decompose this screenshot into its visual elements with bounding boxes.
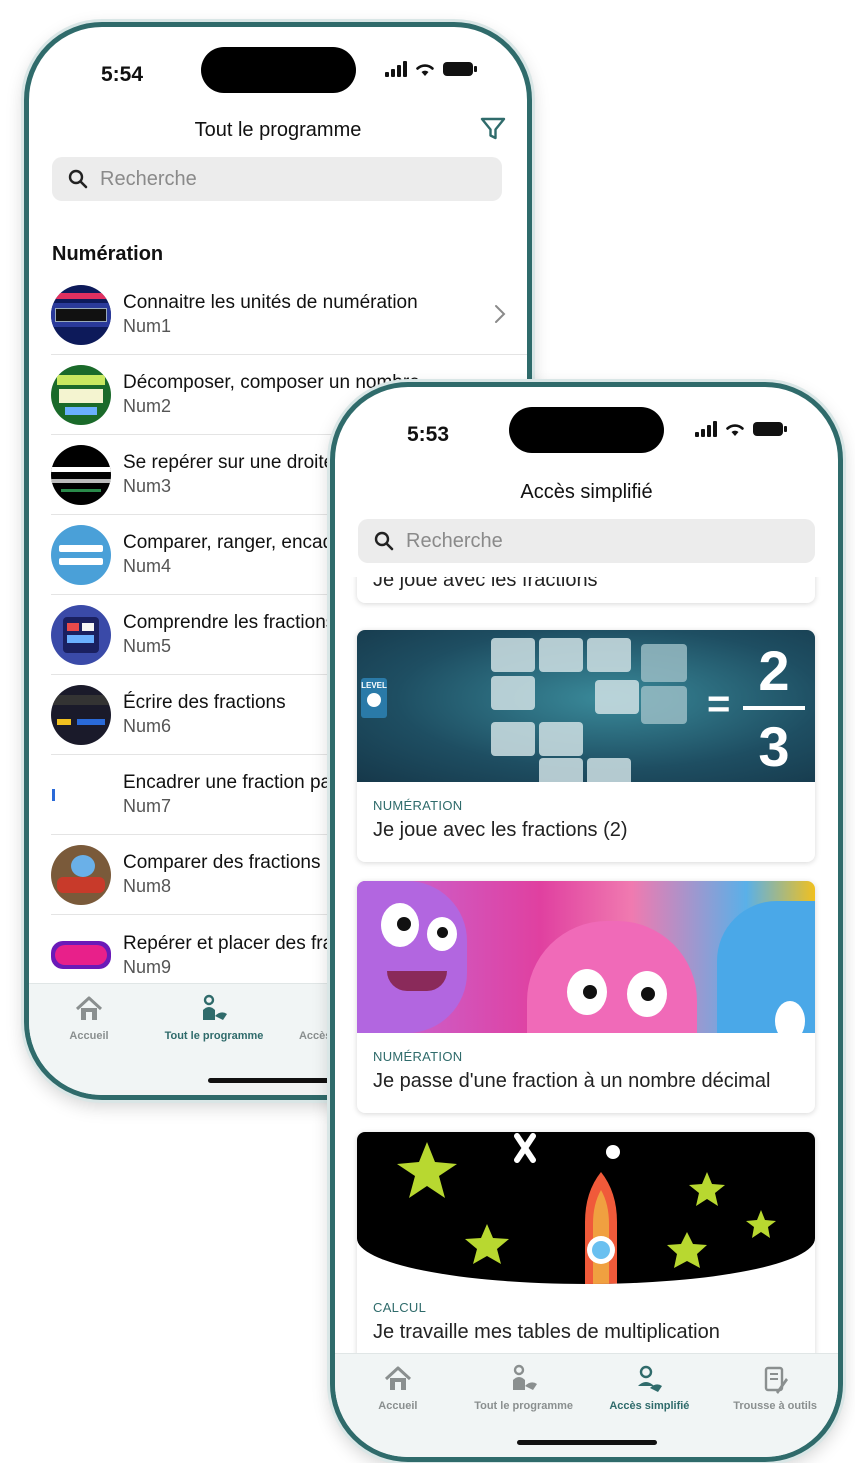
lesson-thumbnail [51,284,111,345]
tab-label: Trousse à outils [733,1400,817,1412]
simplified-access-icon [638,1365,663,1392]
lesson-code: Num4 [123,556,172,576]
lesson-card[interactable]: NUMÉRATION Je passe d'une fraction à un … [357,881,815,1113]
card-image [357,1132,815,1284]
lesson-thumbnail [51,444,111,505]
lesson-thumbnail [51,844,111,905]
card-title: Je joue avec les fractions [373,577,598,591]
battery-icon [753,422,787,436]
level-badge: LEVEL [361,678,387,718]
lesson-thumbnail [51,684,111,745]
lesson-title: Comparer des fractions [123,852,321,873]
search-bar[interactable] [52,157,502,201]
signal-icon [385,61,407,77]
list-item[interactable]: Connaitre les unités de numération Num1 [51,275,527,355]
card-title: Je travaille mes tables de multiplicatio… [373,1321,720,1343]
home-indicator [208,1078,348,1083]
program-icon [203,994,227,1020]
rocket-illustration [397,1133,776,1284]
page-title: Accès simplifié [520,481,653,503]
status-bar: 5:54 [29,27,527,107]
wifi-icon [726,424,744,436]
home-icon [75,996,103,1020]
status-icons [385,61,477,77]
signal-icon [695,421,717,437]
lesson-thumbnail [51,925,111,985]
tab-label: Accueil [69,1030,109,1042]
status-time: 5:54 [101,63,144,86]
lesson-card-partial[interactable]: Je joue avec les fractions [357,577,815,603]
home-indicator [516,1440,657,1445]
tab-accueil[interactable]: Accueil [29,984,149,1095]
fraction-numerator: 2 [758,639,790,702]
page-title: Tout le programme [194,119,362,141]
lesson-code: Num7 [123,796,172,816]
card-image: LEVEL = 2 3 [357,630,815,782]
lesson-code: Num1 [123,316,172,336]
chevron-right-icon [495,305,506,323]
card-category: NUMÉRATION [373,798,463,813]
lesson-title: Connaitre les unités de numération [123,292,418,313]
card-category: CALCUL [373,1300,427,1315]
status-icons [695,421,787,437]
card-category: NUMÉRATION [373,1049,463,1064]
tab-label: Accès simplifié [609,1400,690,1412]
equals-sign: = [707,682,731,726]
dynamic-island [509,407,664,453]
lesson-code: Num3 [123,476,172,496]
lesson-card[interactable]: LEVEL = 2 3 NUMÉRATION Je joue avec les … [357,630,815,862]
search-icon [374,531,394,551]
lesson-title: Écrire des fractions [123,692,286,713]
lesson-thumbnail [51,364,111,425]
lesson-thumbnail [51,764,111,825]
battery-icon [443,62,477,76]
search-input[interactable] [406,529,759,553]
card-title: Je passe d'une fraction à un nombre déci… [373,1070,771,1092]
home-icon [384,1366,411,1390]
lesson-code: Num5 [123,636,172,656]
section-title: Numération [52,243,164,265]
dynamic-island [201,47,356,93]
lesson-title: Comprendre les fractions [123,612,336,633]
toolbox-icon [764,1366,789,1394]
status-bar: 5:53 [335,387,838,467]
tab-label: Tout le programme [474,1400,574,1412]
card-list: Je joue avec les fractions LEVEL = 2 3 N… [335,577,838,1457]
card-title: Je joue avec les fractions (2) [373,819,628,841]
search-input[interactable] [100,167,448,191]
tab-trousse-a-outils[interactable]: Trousse à outils [712,1354,838,1457]
lesson-title: Encadrer une fraction par [123,772,338,793]
lesson-code: Num6 [123,716,172,736]
lesson-code: Num8 [123,876,172,896]
card-image [357,881,815,1033]
fraction-denominator: 3 [758,715,790,778]
lesson-thumbnail [51,604,111,665]
tab-label: Tout le programme [164,1030,264,1042]
lesson-title: Se repérer sur une droite [123,452,335,473]
search-bar[interactable] [358,519,815,563]
tab-label: Accueil [378,1400,418,1412]
wifi-icon [416,64,434,76]
lesson-card[interactable]: CALCUL Je travaille mes tables de multip… [357,1132,815,1364]
filter-icon[interactable] [479,115,507,143]
tab-accueil[interactable]: Accueil [335,1354,461,1457]
lesson-thumbnail [51,524,111,585]
search-icon [68,169,88,189]
lesson-title: Comparer, ranger, encadrer [123,532,357,553]
program-icon [512,1364,537,1390]
status-time: 5:53 [407,423,450,446]
phone-acces-simplifie: 5:53 Accès simplifié Je joue avec les fr… [330,382,843,1462]
